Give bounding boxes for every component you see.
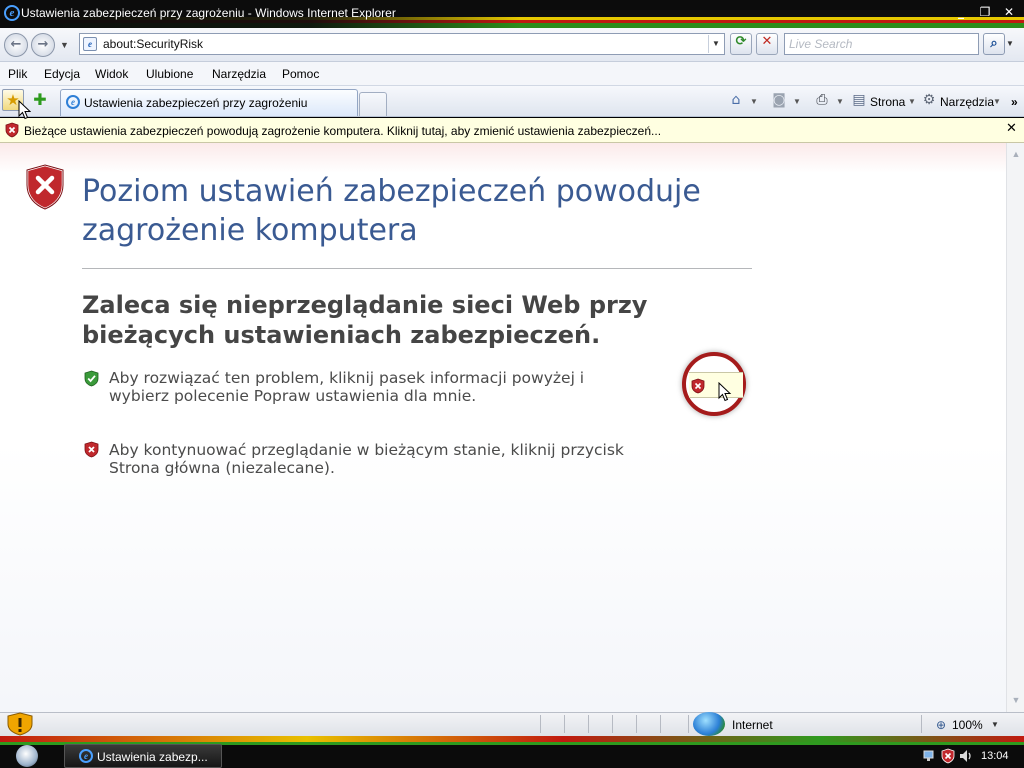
back-arrow-icon[interactable]: ←	[4, 33, 28, 57]
page-dropdown-icon[interactable]: ▼	[908, 97, 916, 106]
status-separator	[564, 715, 565, 733]
status-separator	[588, 715, 589, 733]
status-separator	[540, 715, 541, 733]
menu-edit[interactable]: Edycja	[44, 67, 80, 81]
search-options-icon[interactable]: ▼	[1006, 39, 1014, 48]
status-separator	[636, 715, 637, 733]
start-button[interactable]	[16, 745, 38, 767]
rss-icon[interactable]: ◙	[770, 92, 788, 110]
taskbar-window-label[interactable]: Ustawienia zabezp...	[97, 750, 208, 764]
status-separator	[921, 715, 922, 733]
zoom-level[interactable]: 100%	[952, 718, 983, 732]
new-tab-button[interactable]	[359, 92, 387, 116]
menu-file[interactable]: Plik	[8, 67, 27, 81]
maximize-button[interactable]: ❐	[974, 4, 996, 21]
gear-icon[interactable]: ⚙	[920, 92, 938, 110]
tray-security-shield-icon[interactable]	[940, 748, 956, 764]
refresh-icon[interactable]: ⟳	[730, 33, 752, 55]
address-text[interactable]: about:SecurityRisk	[103, 37, 203, 51]
forward-arrow-icon[interactable]: →	[31, 33, 55, 57]
tab-favicon-icon: e	[66, 95, 80, 109]
menu-favorites[interactable]: Ulubione	[146, 67, 193, 81]
scroll-down-icon[interactable]: ▼	[1009, 693, 1023, 707]
print-dropdown-icon[interactable]: ▼	[836, 97, 844, 106]
tray-volume-icon[interactable]	[958, 748, 974, 764]
page-menu-label[interactable]: Strona	[870, 95, 905, 109]
close-window-button[interactable]: ✕	[998, 4, 1020, 21]
tools-menu-label[interactable]: Narzędzia	[940, 95, 994, 109]
illustration-shield-icon	[691, 378, 705, 394]
stop-icon[interactable]: ✕	[756, 33, 778, 55]
toolbar-overflow-icon[interactable]: »	[1011, 95, 1018, 109]
taskbar-ie-icon: e	[79, 749, 93, 763]
security-warning-icon[interactable]	[5, 712, 35, 736]
address-dropdown-icon[interactable]: ▼	[708, 35, 723, 53]
search-input[interactable]: Live Search	[784, 33, 979, 55]
close-icon[interactable]: ✕	[1006, 121, 1017, 136]
window-title: Ustawienia zabezpieczeń przy zagrożeniu …	[21, 6, 396, 20]
printer-icon[interactable]: ⎙	[813, 92, 831, 110]
tools-dropdown-icon[interactable]: ▼	[993, 97, 1001, 106]
home-icon[interactable]: ⌂	[727, 92, 745, 110]
page-icon[interactable]: ▤	[850, 92, 868, 110]
tray-network-icon[interactable]	[922, 748, 938, 764]
page-title: Poziom ustawień zabezpieczeń powoduje za…	[82, 174, 701, 248]
home-dropdown-icon[interactable]: ▼	[750, 97, 758, 106]
security-zone-label[interactable]: Internet	[732, 718, 773, 732]
status-separator	[660, 715, 661, 733]
tab-label[interactable]: Ustawienia zabezpieczeń przy zagrożeniu	[84, 96, 307, 110]
mouse-cursor-icon	[18, 100, 31, 120]
menu-view[interactable]: Widok	[95, 67, 128, 81]
search-button[interactable]: ⌕	[983, 33, 1005, 55]
status-separator	[688, 715, 689, 733]
option-continue-text: Aby kontynuować przeglądanie w bieżącym …	[109, 441, 624, 477]
zoom-dropdown-icon[interactable]: ▼	[991, 720, 999, 729]
history-dropdown-icon[interactable]: ▼	[60, 40, 69, 50]
status-bar	[0, 712, 1024, 736]
status-separator	[612, 715, 613, 733]
clock[interactable]: 13:04	[981, 750, 1009, 762]
menu-tools[interactable]: Narzędzia	[212, 67, 266, 81]
scroll-up-icon[interactable]: ▲	[1009, 147, 1023, 161]
option-fix-text: Aby rozwiązać ten problem, kliknij pasek…	[109, 369, 585, 405]
page-favicon-icon: e	[83, 37, 97, 51]
shield-error-small-icon	[84, 441, 99, 458]
shield-warning-icon	[5, 122, 19, 138]
page-subtitle: Zaleca się nieprzeglądanie sieci Web prz…	[82, 291, 648, 349]
shield-error-icon	[25, 163, 65, 211]
minimize-button[interactable]: _	[950, 4, 972, 21]
information-bar-text[interactable]: Bieżące ustawienia zabezpieczeń powodują…	[24, 124, 661, 138]
browser-window: e Ustawienia zabezpieczeń przy zagrożeni…	[0, 0, 1024, 768]
illustration-cursor-icon	[718, 382, 732, 402]
shield-ok-icon	[84, 370, 99, 387]
zoom-icon[interactable]: ⊕	[936, 718, 946, 732]
menu-help[interactable]: Pomoc	[282, 67, 319, 81]
globe-icon	[693, 712, 725, 736]
feeds-dropdown-icon[interactable]: ▼	[793, 97, 801, 106]
add-favorite-icon[interactable]: ✚	[30, 90, 50, 110]
vertical-scrollbar[interactable]: ▲ ▼	[1006, 143, 1024, 712]
internet-explorer-icon: e	[4, 5, 20, 21]
divider	[82, 268, 752, 269]
